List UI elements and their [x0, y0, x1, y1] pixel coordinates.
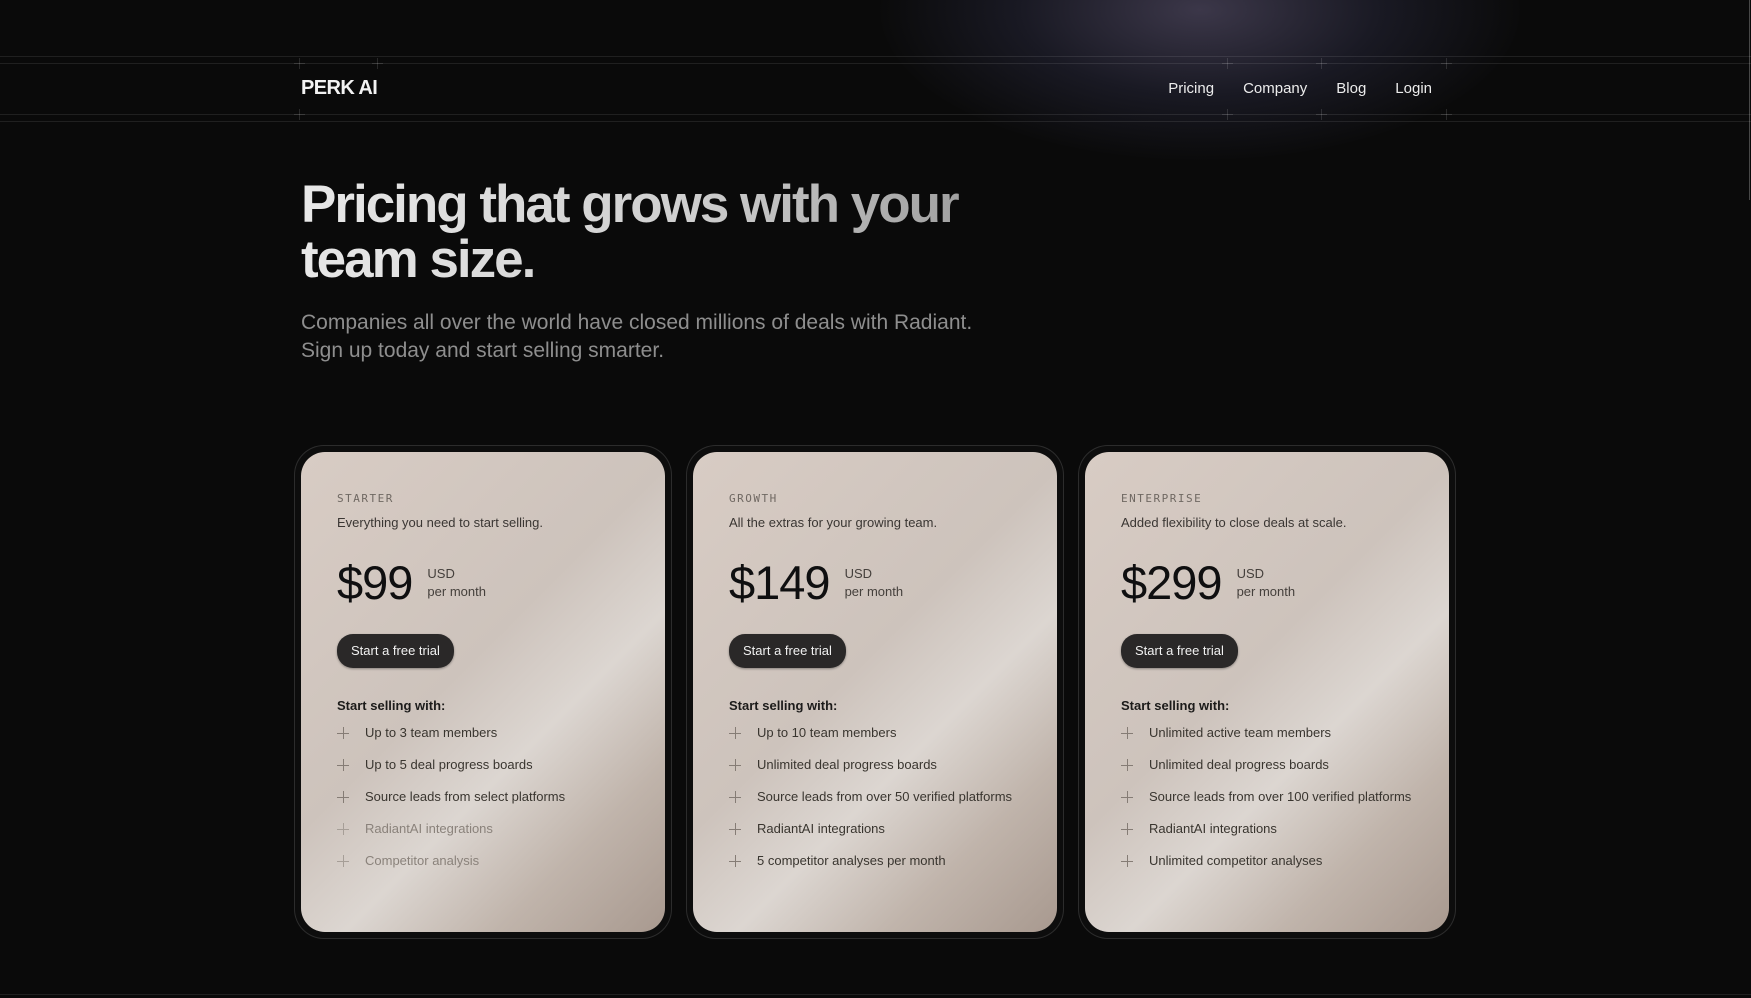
plus-icon	[1121, 727, 1133, 739]
plus-icon	[337, 791, 349, 803]
plan-tier: STARTER	[337, 492, 394, 505]
price-currency: USD	[427, 566, 455, 581]
feature-text: Unlimited active team members	[1149, 725, 1332, 740]
plan-card-enterprise: ENTERPRISE Added flexibility to close de…	[1078, 445, 1456, 939]
plan-card-growth: GROWTH All the extras for your growing t…	[686, 445, 1064, 939]
page-subtitle: Companies all over the world have closed…	[301, 311, 973, 362]
price-meta: USD per month	[1237, 565, 1296, 601]
feature-item: RadiantAI integrations	[729, 818, 1021, 839]
price-meta: USD per month	[427, 565, 486, 601]
plan-card-starter: STARTER Everything you need to start sel…	[294, 445, 672, 939]
feature-item: Source leads from select platforms	[337, 786, 629, 807]
logo[interactable]: PERK AI	[301, 77, 378, 100]
start-free-trial-button[interactable]: Start a free trial	[1121, 634, 1238, 668]
nav-link-pricing[interactable]: Pricing	[1168, 80, 1214, 97]
feature-text: Up to 5 deal progress boards	[365, 757, 533, 772]
plus-icon	[729, 727, 741, 739]
feature-item: Source leads from over 50 verified platf…	[729, 786, 1021, 807]
price-row: $299 USD per month	[1121, 558, 1413, 608]
grid-line	[0, 56, 1751, 57]
feature-item: Unlimited competitor analyses	[1121, 850, 1413, 871]
feature-text: Source leads from over 100 verified plat…	[1149, 789, 1412, 804]
plus-icon	[1121, 791, 1133, 803]
feature-item-unavailable: RadiantAI integrations	[337, 818, 629, 839]
feature-text: Competitor analysis	[365, 853, 480, 868]
plus-icon	[1121, 823, 1133, 835]
feature-text: Unlimited competitor analyses	[1149, 853, 1323, 868]
plus-icon	[729, 791, 741, 803]
plus-icon	[337, 727, 349, 739]
grid-line	[0, 121, 1751, 122]
plan-description: All the extras for your growing team.	[729, 515, 938, 530]
feature-text: Source leads from over 50 verified platf…	[757, 789, 1013, 804]
plus-icon	[337, 855, 349, 867]
plan-tier: ENTERPRISE	[1121, 492, 1203, 505]
feature-list: Up to 3 team members Up to 5 deal progre…	[337, 722, 629, 871]
price-period: per month	[1236, 584, 1296, 599]
feature-text: RadiantAI integrations	[365, 821, 493, 836]
grid-line	[0, 114, 1751, 115]
features-heading: Start selling with:	[1121, 698, 1230, 713]
plan-description: Everything you need to start selling.	[337, 515, 543, 530]
feature-item: Up to 10 team members	[729, 722, 1021, 743]
start-free-trial-button[interactable]: Start a free trial	[337, 634, 454, 668]
feature-text: Up to 3 team members	[365, 725, 498, 740]
grid-line	[0, 994, 1751, 995]
feature-list: Unlimited active team members Unlimited …	[1121, 722, 1413, 871]
feature-item: Up to 5 deal progress boards	[337, 754, 629, 775]
price-period: per month	[427, 584, 486, 599]
feature-item: Up to 3 team members	[337, 722, 629, 743]
plan-card-body: GROWTH All the extras for your growing t…	[693, 452, 1057, 932]
plus-icon	[1121, 855, 1133, 867]
plan-price: $99	[337, 556, 413, 609]
top-navigation: PERK AI Pricing Company Blog Login	[0, 64, 1751, 114]
plus-icon	[729, 855, 741, 867]
feature-item: Source leads from over 100 verified plat…	[1121, 786, 1413, 807]
plan-description: Added flexibility to close deals at scal…	[1121, 515, 1347, 530]
plus-icon	[729, 823, 741, 835]
feature-text: Source leads from select platforms	[365, 789, 566, 804]
feature-text: Unlimited deal progress boards	[757, 757, 937, 772]
plan-tier: GROWTH	[729, 492, 778, 505]
plan-price: $299	[1121, 556, 1223, 609]
price-currency: USD	[1236, 566, 1265, 581]
price-meta: USD per month	[845, 565, 904, 601]
feature-item: Unlimited active team members	[1121, 722, 1413, 743]
plus-icon	[1121, 759, 1133, 771]
feature-item: 5 competitor analyses per month	[729, 850, 1021, 871]
start-free-trial-button[interactable]: Start a free trial	[729, 634, 846, 668]
plan-card-body: ENTERPRISE Added flexibility to close de…	[1085, 452, 1449, 932]
feature-item-unavailable: Competitor analysis	[337, 850, 629, 871]
feature-item: Unlimited deal progress boards	[1121, 754, 1413, 775]
nav-link-login[interactable]: Login	[1395, 80, 1432, 97]
feature-text: RadiantAI integrations	[757, 821, 885, 836]
features-heading: Start selling with:	[337, 698, 446, 713]
feature-text: Unlimited deal progress boards	[1149, 757, 1329, 772]
feature-list: Up to 10 team members Unlimited deal pro…	[729, 722, 1021, 871]
plus-icon	[729, 759, 741, 771]
price-row: $99 USD per month	[337, 558, 629, 608]
plus-icon	[337, 823, 349, 835]
price-row: $149 USD per month	[729, 558, 1021, 608]
nav-link-company[interactable]: Company	[1243, 80, 1307, 97]
nav-link-blog[interactable]: Blog	[1336, 80, 1366, 97]
features-heading: Start selling with:	[729, 698, 838, 713]
price-period: per month	[844, 584, 904, 599]
plan-price: $149	[729, 556, 831, 609]
feature-text: 5 competitor analyses per month	[757, 853, 946, 868]
feature-text: RadiantAI integrations	[1149, 821, 1277, 836]
feature-text: Up to 10 team members	[757, 725, 897, 740]
price-currency: USD	[844, 566, 873, 581]
nav-links: Pricing Company Blog Login	[1168, 80, 1432, 97]
page-title: Pricing that grows with your team size.	[301, 177, 1001, 287]
feature-item: Unlimited deal progress boards	[729, 754, 1021, 775]
plan-card-body: STARTER Everything you need to start sel…	[301, 452, 665, 932]
feature-item: RadiantAI integrations	[1121, 818, 1413, 839]
plus-icon	[337, 759, 349, 771]
